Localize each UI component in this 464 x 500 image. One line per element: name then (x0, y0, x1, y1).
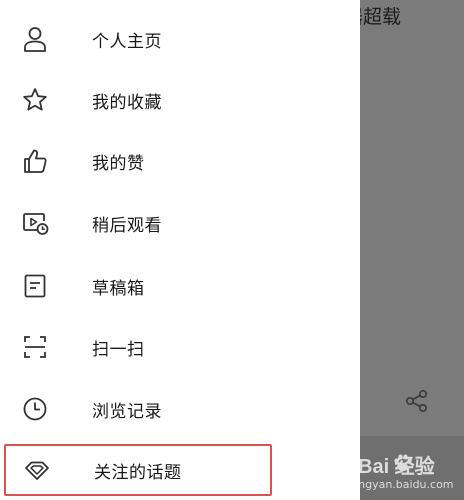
diamond-icon (22, 455, 52, 485)
menu-label: 我的收藏 (92, 92, 162, 113)
history-clock-icon (20, 394, 50, 424)
menu-label: 我的赞 (92, 153, 145, 174)
menu-label: 稍后观看 (92, 215, 162, 236)
menu-item-watch-later[interactable]: 稍后观看 (0, 194, 360, 252)
watermark-url: jingyan.baidu.com (352, 478, 454, 491)
person-icon (20, 24, 50, 54)
watermark: Bai 经验 jingyan.baidu.com (352, 448, 464, 500)
menu-item-drafts[interactable]: 草稿箱 (0, 257, 360, 315)
menu-item-favorites[interactable]: 我的收藏 (0, 71, 360, 129)
menu-label: 关注的话题 (94, 462, 182, 483)
menu-item-profile[interactable]: 个人主页 (0, 10, 360, 68)
navigation-drawer: 个人主页 我的收藏 我的赞 稍后观看 草稿箱 扫一扫 浏览记录 关注的话题 (0, 0, 360, 500)
menu-item-history[interactable]: 浏览记录 (0, 380, 360, 438)
paw-icon (392, 452, 414, 474)
menu-item-likes[interactable]: 我的赞 (0, 132, 360, 190)
menu-label: 浏览记录 (92, 401, 162, 422)
menu-label: 扫一扫 (92, 339, 145, 360)
screen: 器超载 Bai 经验 jingyan.baidu.com 个人主页 我的收藏 我… (0, 0, 464, 500)
menu-item-followed-topics[interactable]: 关注的话题 (4, 444, 272, 496)
scan-icon (20, 332, 50, 362)
draft-icon (20, 271, 50, 301)
share-icon[interactable] (404, 388, 430, 414)
watch-later-icon (20, 208, 50, 238)
star-icon (20, 85, 50, 115)
thumbs-up-icon (20, 146, 50, 176)
menu-item-scan[interactable]: 扫一扫 (0, 318, 360, 376)
menu-label: 草稿箱 (92, 278, 145, 299)
menu-label: 个人主页 (92, 31, 162, 52)
